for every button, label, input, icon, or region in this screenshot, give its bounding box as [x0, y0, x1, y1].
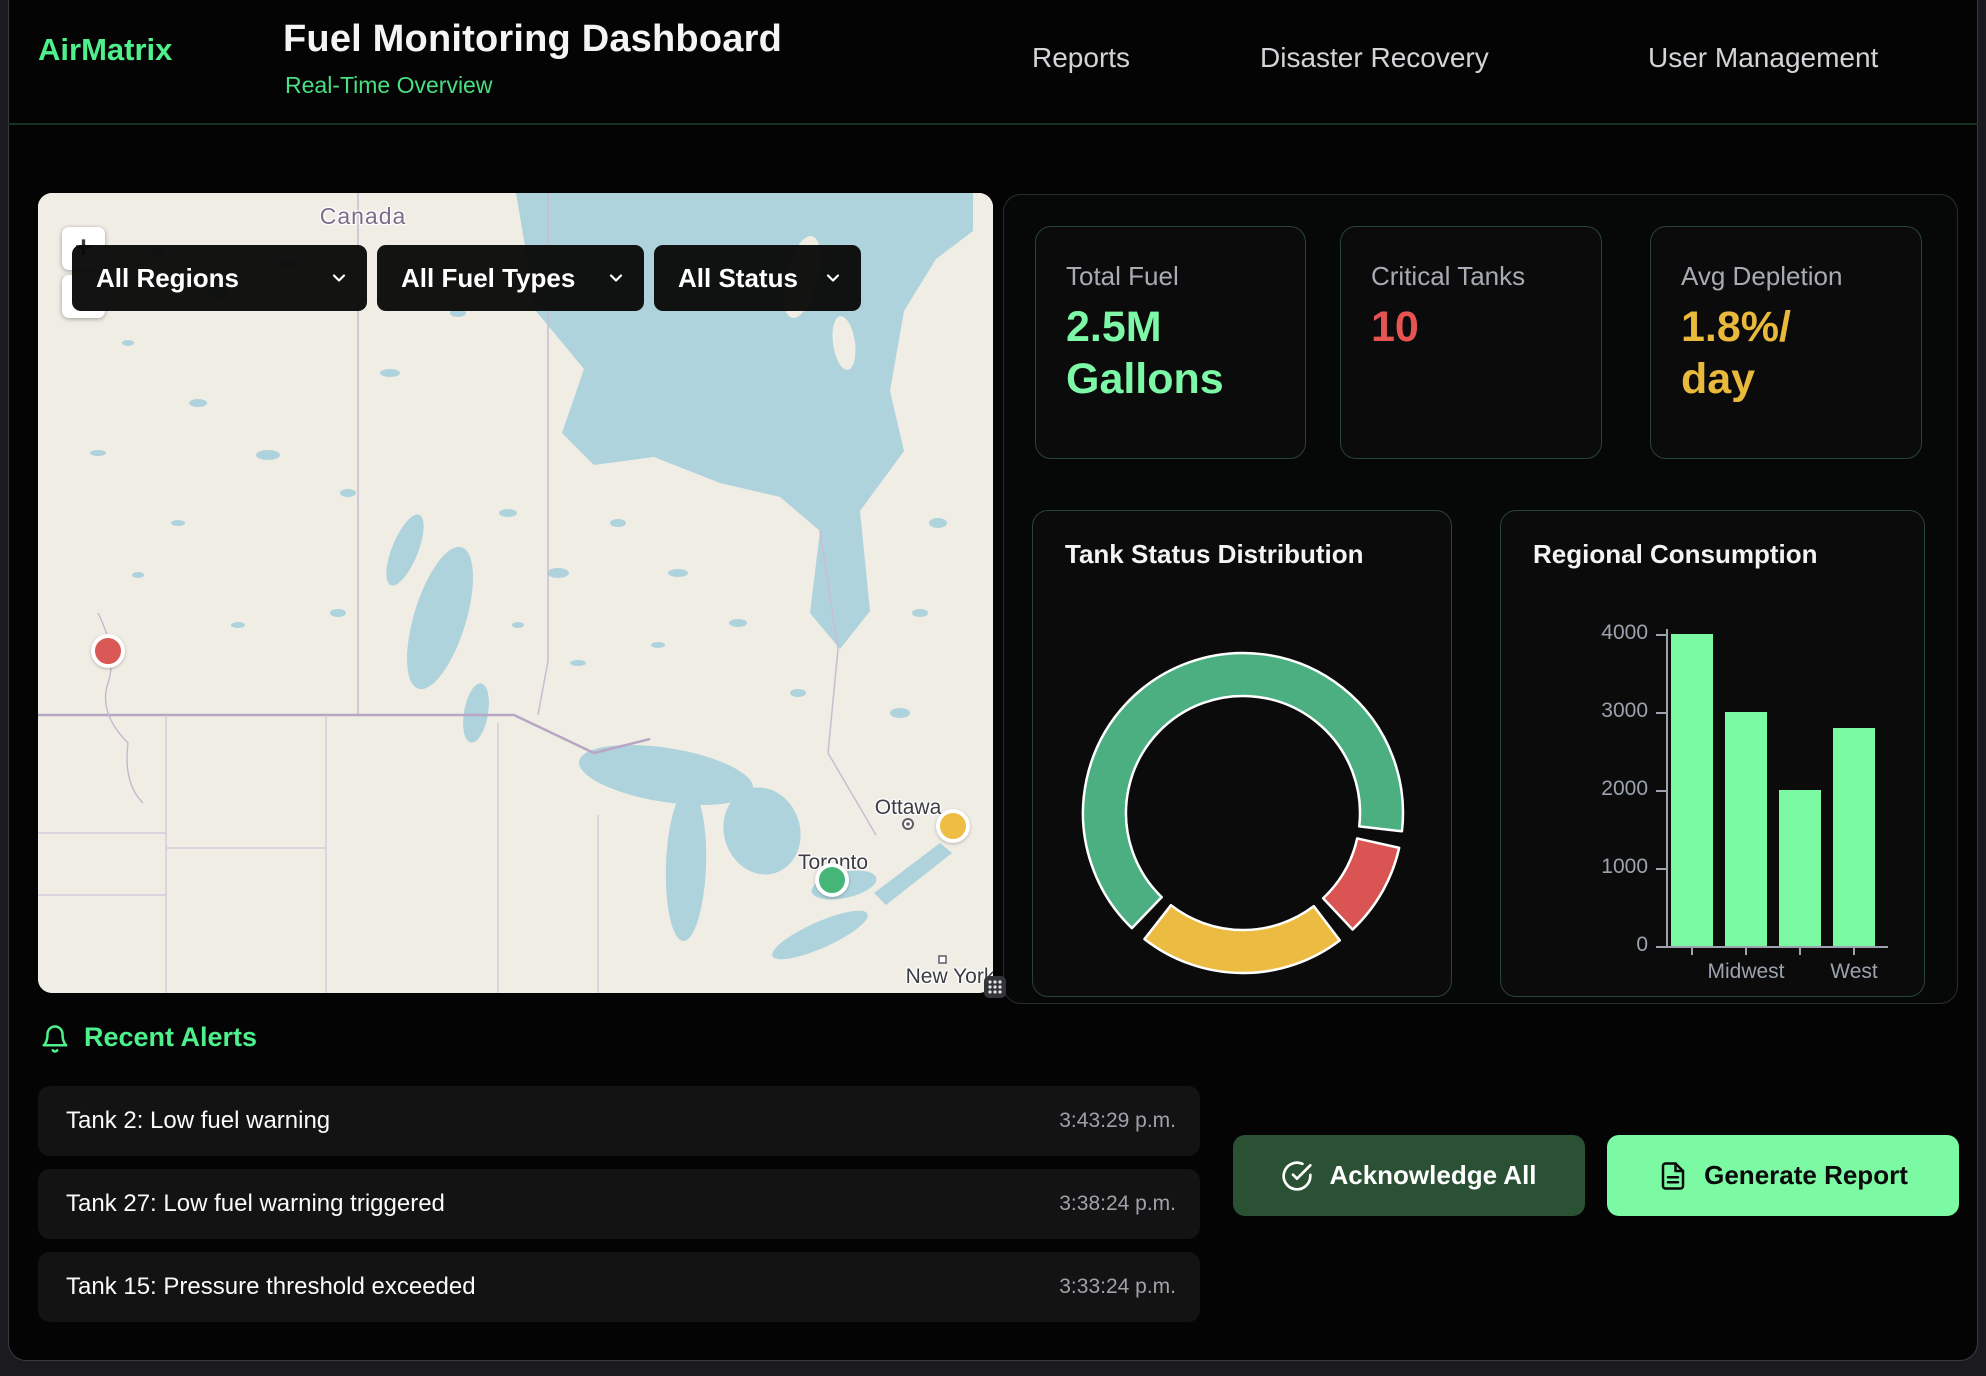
- bar: [1671, 634, 1713, 946]
- alert-time: 3:38:24 p.m.: [1059, 1192, 1176, 1216]
- alert-time: 3:43:29 p.m.: [1059, 1109, 1176, 1133]
- chevron-down-icon: [329, 268, 349, 288]
- brand-logo: AirMatrix: [38, 32, 172, 68]
- y-tick-label: 1000: [1574, 855, 1648, 879]
- tank-status-card: Tank Status Distribution: [1032, 510, 1452, 997]
- map-marker-normal[interactable]: [815, 863, 849, 897]
- check-circle-icon: [1281, 1160, 1313, 1192]
- bell-icon: [40, 1024, 70, 1054]
- stat-label: Critical Tanks: [1371, 261, 1525, 292]
- x-tick-mark: [1853, 948, 1855, 955]
- chevron-down-icon: [823, 268, 843, 288]
- map-label-new-york: New York: [890, 965, 993, 989]
- stat-card-critical-tanks: Critical Tanks 10: [1340, 226, 1602, 459]
- page-subtitle: Real-Time Overview: [285, 72, 492, 99]
- stat-card-avg-depletion: Avg Depletion 1.8%/ day: [1650, 226, 1922, 459]
- x-tick-mark: [1745, 948, 1747, 955]
- alert-row[interactable]: Tank 15: Pressure threshold exceeded 3:3…: [38, 1252, 1200, 1322]
- document-icon: [1658, 1161, 1688, 1191]
- generate-report-label: Generate Report: [1704, 1160, 1908, 1191]
- stat-label: Total Fuel: [1066, 261, 1179, 292]
- x-tick-mark: [1799, 948, 1801, 955]
- fuel-map[interactable]: + All Regions All Fuel Types All Status …: [38, 193, 993, 993]
- map-marker-critical[interactable]: [91, 634, 125, 668]
- stat-card-total-fuel: Total Fuel 2.5M Gallons: [1035, 226, 1306, 459]
- stat-label: Avg Depletion: [1681, 261, 1842, 292]
- acknowledge-all-button[interactable]: Acknowledge All: [1233, 1135, 1585, 1216]
- app-window: AirMatrix Fuel Monitoring Dashboard Real…: [0, 0, 1986, 1376]
- y-tick-label: 4000: [1574, 621, 1648, 645]
- page-title: Fuel Monitoring Dashboard: [283, 18, 782, 61]
- bar: [1833, 728, 1875, 946]
- stat-value: 1.8%/ day: [1681, 301, 1791, 406]
- alert-text: Tank 27: Low fuel warning triggered: [66, 1190, 445, 1218]
- acknowledge-all-label: Acknowledge All: [1329, 1160, 1536, 1191]
- x-tick-mark: [1691, 948, 1693, 955]
- alert-text: Tank 15: Pressure threshold exceeded: [66, 1273, 476, 1301]
- region-filter-select[interactable]: All Regions: [72, 245, 367, 311]
- donut-segment-critical: [1323, 838, 1399, 929]
- region-filter-value: All Regions: [96, 263, 239, 294]
- y-tick-mark: [1656, 790, 1666, 792]
- y-tick-label: 2000: [1574, 777, 1648, 801]
- status-filter-value: All Status: [678, 263, 798, 294]
- nav-disaster-recovery[interactable]: Disaster Recovery: [1260, 42, 1489, 74]
- map-label-canada: Canada: [308, 203, 418, 230]
- y-tick-label: 0: [1574, 933, 1648, 957]
- y-axis-line: [1666, 629, 1668, 948]
- regional-consumption-card: Regional Consumption 01000200030004000Mi…: [1500, 510, 1925, 997]
- generate-report-button[interactable]: Generate Report: [1607, 1135, 1959, 1216]
- y-tick-mark: [1656, 712, 1666, 714]
- alert-time: 3:33:24 p.m.: [1059, 1275, 1176, 1299]
- y-tick-mark: [1656, 868, 1666, 870]
- alert-row[interactable]: Tank 27: Low fuel warning triggered 3:38…: [38, 1169, 1200, 1239]
- alerts-section-title: Recent Alerts: [84, 1022, 257, 1053]
- drag-handle[interactable]: [984, 976, 1006, 998]
- regional-consumption-bar-chart: 0 1000 2000 3000 4000 MidwestWest: [1501, 511, 1926, 998]
- bar: [1725, 712, 1767, 946]
- donut-segment-warning: [1144, 905, 1339, 973]
- alert-text: Tank 2: Low fuel warning: [66, 1107, 330, 1135]
- chevron-down-icon: [606, 268, 626, 288]
- alert-row[interactable]: Tank 2: Low fuel warning 3:43:29 p.m.: [38, 1086, 1200, 1156]
- stat-value: 2.5M Gallons: [1066, 301, 1224, 406]
- y-tick-mark: [1656, 946, 1666, 948]
- tank-status-donut-chart: [1033, 511, 1453, 998]
- y-tick-mark: [1656, 634, 1666, 636]
- fuel-type-filter-value: All Fuel Types: [401, 263, 575, 294]
- x-tick-label: Midwest: [1686, 960, 1806, 984]
- header-divider: [8, 123, 1978, 125]
- y-tick-label: 3000: [1574, 699, 1648, 723]
- stat-value: 10: [1371, 301, 1419, 353]
- x-tick-label: West: [1794, 960, 1914, 984]
- bar: [1779, 790, 1821, 946]
- drag-handle-icon: [987, 979, 1003, 995]
- status-filter-select[interactable]: All Status: [654, 245, 861, 311]
- map-marker-warning[interactable]: [936, 809, 970, 843]
- nav-reports[interactable]: Reports: [1032, 42, 1130, 74]
- nav-user-management[interactable]: User Management: [1648, 42, 1878, 74]
- fuel-type-filter-select[interactable]: All Fuel Types: [377, 245, 644, 311]
